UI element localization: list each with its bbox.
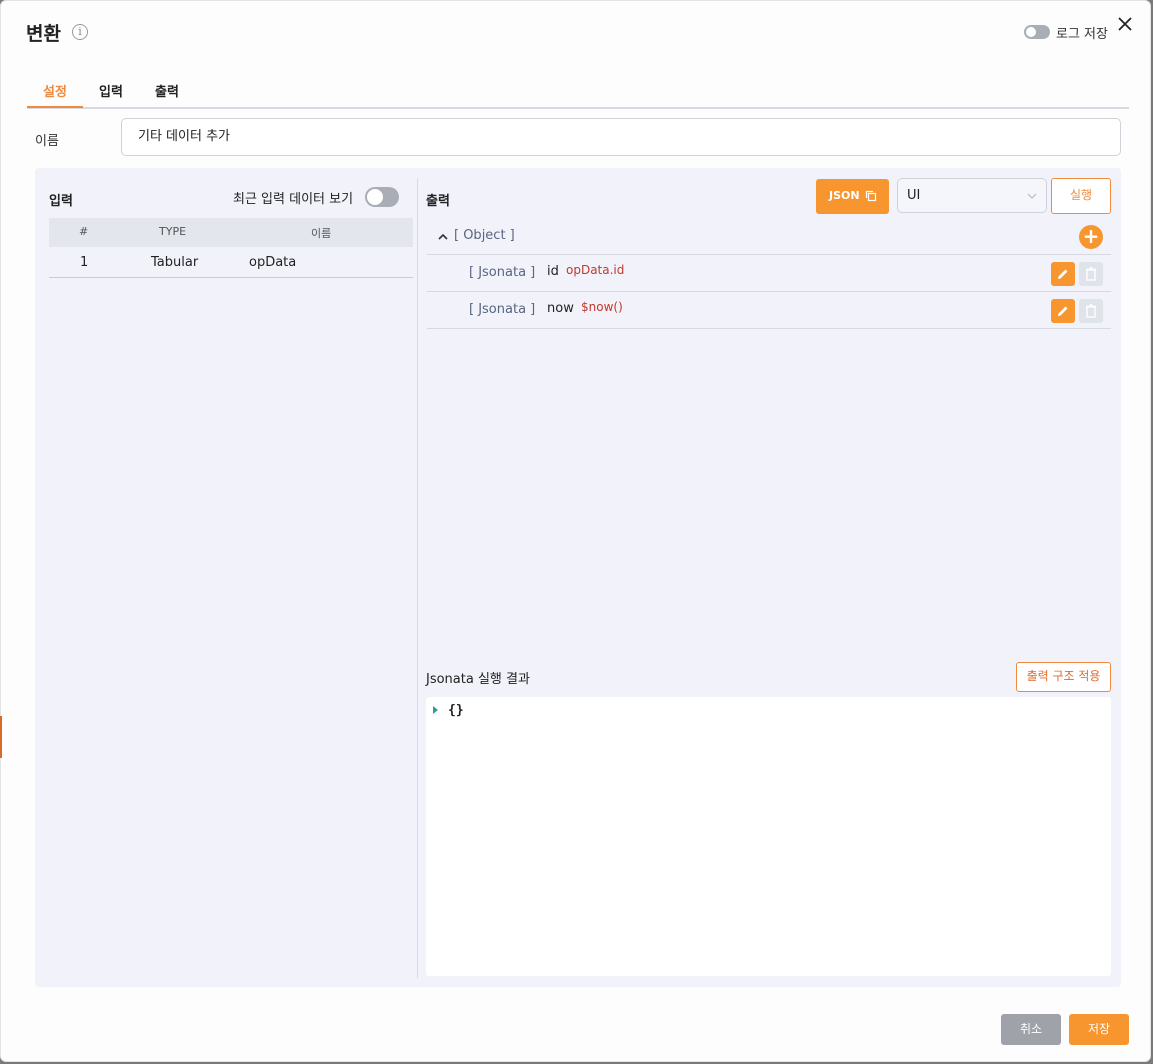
- chevron-up-icon[interactable]: [437, 231, 449, 243]
- table-row[interactable]: 1 Tabular opData: [49, 247, 413, 278]
- field-expression: opData.id: [566, 263, 625, 277]
- field-type: [ Jsonata ]: [469, 302, 536, 317]
- add-field-button[interactable]: +: [1079, 225, 1103, 249]
- log-save-label: 로그 저장: [1056, 27, 1108, 42]
- background-edge: [0, 716, 2, 758]
- tab-bar: 설정 입력 출력: [27, 77, 1129, 109]
- cancel-button[interactable]: 취소: [1001, 1014, 1061, 1045]
- result-title: Jsonata 실행 결과: [426, 672, 530, 687]
- recent-input-toggle[interactable]: [365, 187, 399, 207]
- chevron-down-icon: [1027, 193, 1037, 199]
- dialog-title: 변환: [26, 23, 61, 45]
- copy-icon: [865, 190, 877, 202]
- pencil-icon: [1058, 269, 1068, 279]
- json-button-label: JSON: [829, 189, 860, 202]
- toggle-knob: [1026, 27, 1036, 37]
- name-input[interactable]: 기타 데이터 추가: [121, 118, 1121, 156]
- field-name: now: [547, 301, 574, 316]
- close-icon[interactable]: [1116, 15, 1134, 33]
- pencil-icon: [1058, 306, 1068, 316]
- field-expression: $now(): [581, 300, 623, 314]
- row-index: 1: [80, 255, 89, 270]
- tab-input[interactable]: 입력: [99, 81, 123, 100]
- run-button[interactable]: 실행: [1051, 178, 1111, 214]
- json-copy-button[interactable]: JSON: [816, 179, 889, 214]
- row-type: Tabular: [151, 255, 199, 270]
- field-type: [ Jsonata ]: [469, 265, 536, 280]
- result-viewer[interactable]: {}: [426, 697, 1111, 976]
- delete-field-button[interactable]: [1079, 262, 1103, 286]
- toggle-knob: [367, 189, 383, 205]
- column-header-index: #: [79, 225, 89, 238]
- column-header-name: 이름: [311, 227, 332, 240]
- output-section-title: 출력: [426, 194, 450, 209]
- row-name: opData: [249, 255, 297, 270]
- apply-output-structure-button[interactable]: 출력 구조 적용: [1016, 662, 1111, 692]
- object-label: [ Object ]: [454, 228, 515, 243]
- trash-icon: [1086, 304, 1096, 318]
- trash-icon: [1086, 267, 1096, 281]
- active-tab-indicator: [27, 106, 83, 108]
- edit-field-button[interactable]: [1051, 262, 1075, 286]
- save-button[interactable]: 저장: [1069, 1014, 1129, 1045]
- expand-caret-icon[interactable]: [433, 706, 438, 714]
- recent-input-label: 최근 입력 데이터 보기: [233, 192, 354, 207]
- tab-output[interactable]: 출력: [155, 81, 179, 100]
- object-row: [ Object ] +: [427, 221, 1111, 255]
- result-value: {}: [448, 703, 464, 718]
- tab-settings[interactable]: 설정: [43, 81, 67, 100]
- field-name: id: [547, 264, 559, 279]
- mode-select[interactable]: UI: [897, 178, 1047, 213]
- mode-select-value: UI: [907, 188, 921, 203]
- input-section-title: 입력: [49, 194, 73, 209]
- column-header-type: TYPE: [159, 225, 187, 238]
- edit-field-button[interactable]: [1051, 299, 1075, 323]
- output-field-row: [ Jsonata ] id opData.id: [427, 255, 1111, 292]
- info-icon[interactable]: i: [72, 24, 88, 40]
- output-field-row: [ Jsonata ] now $now(): [427, 292, 1111, 329]
- delete-field-button[interactable]: [1079, 299, 1103, 323]
- input-table-header: # TYPE 이름: [49, 218, 413, 247]
- name-label: 이름: [35, 134, 59, 149]
- transform-dialog: 변환 i 로그 저장 설정 입력 출력 이름 기타 데이터 추가 입력 최근 입…: [0, 0, 1151, 1062]
- log-save-toggle[interactable]: [1024, 25, 1050, 39]
- panel-divider: [417, 178, 418, 978]
